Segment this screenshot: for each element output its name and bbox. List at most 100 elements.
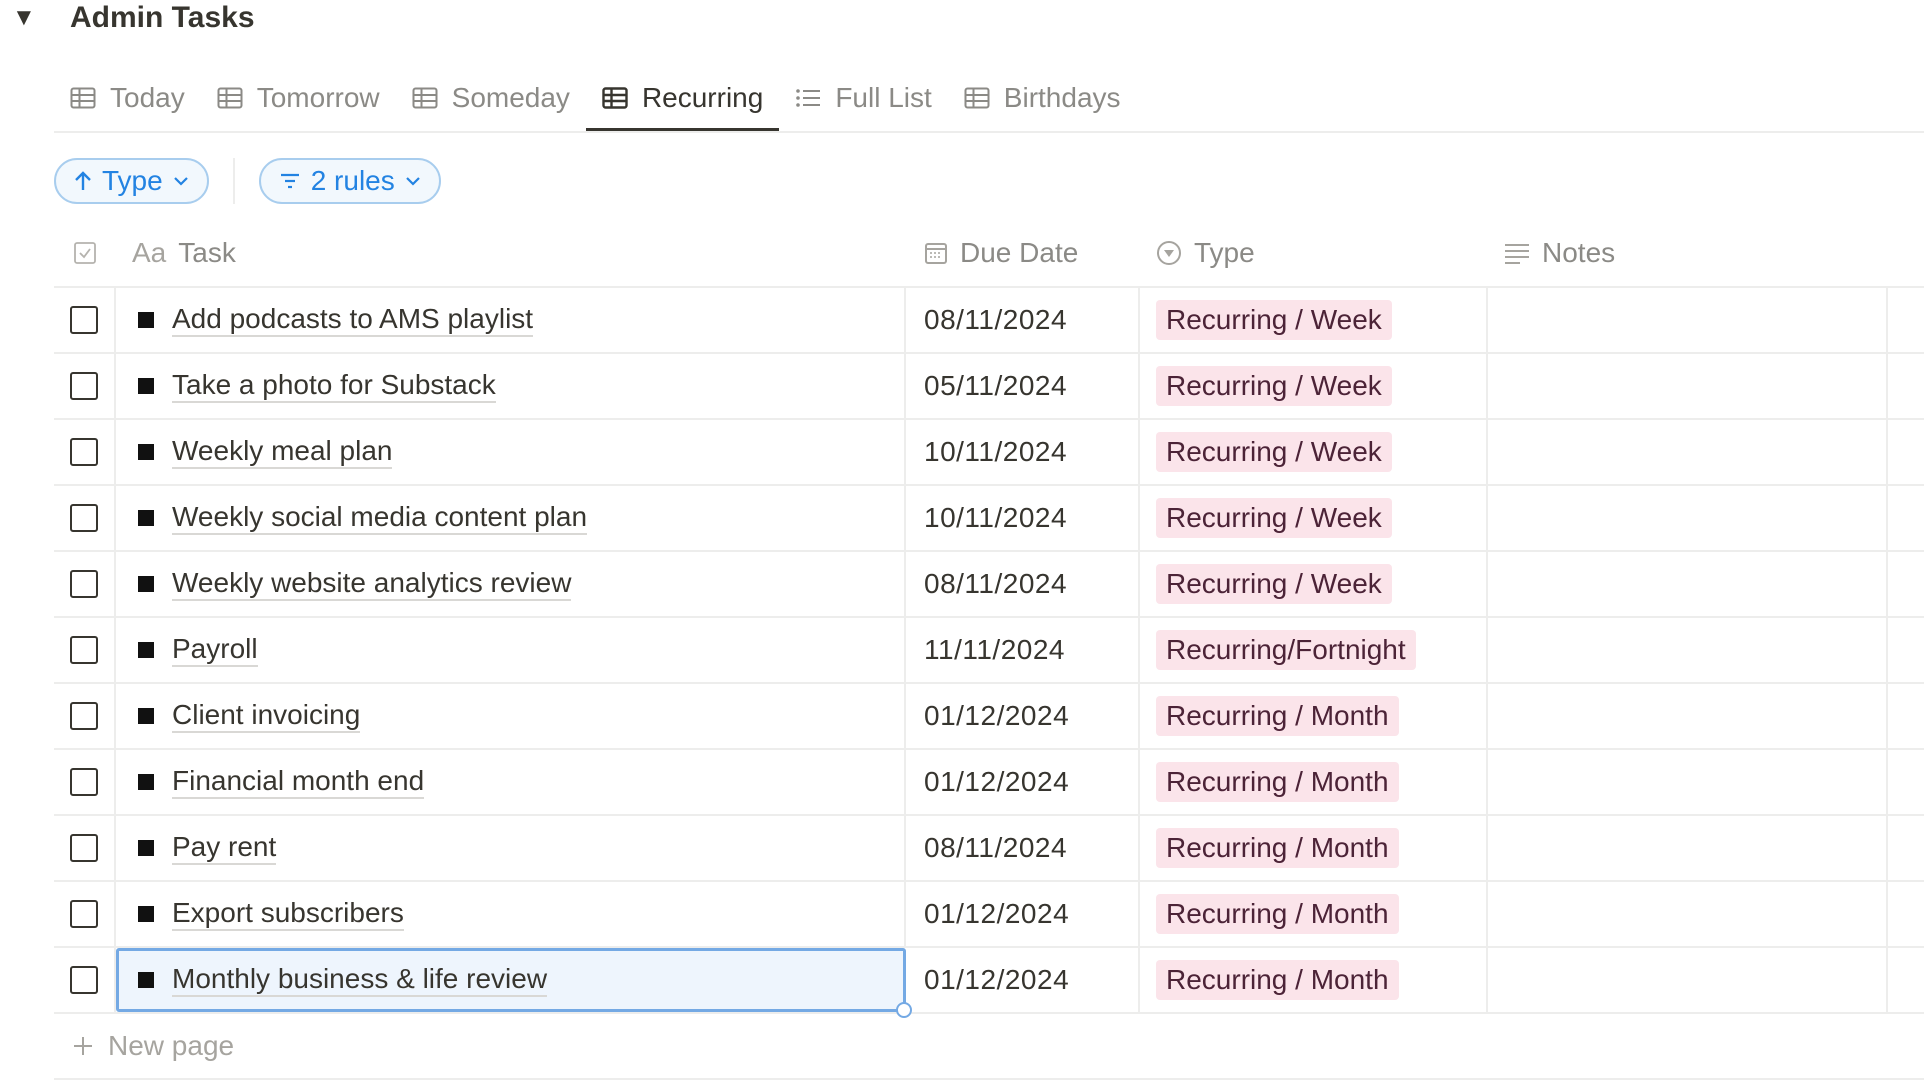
type-cell[interactable]: Recurring/Fortnight (1140, 618, 1488, 682)
type-cell[interactable]: Recurring / Week (1140, 420, 1488, 484)
task-cell[interactable]: Pay rent (116, 816, 906, 880)
due-date-value: 01/12/2024 (924, 898, 1070, 929)
task-cell[interactable]: Add podcasts to AMS playlist (116, 288, 906, 352)
notes-cell[interactable] (1488, 486, 1888, 550)
task-cell[interactable]: Payroll (116, 618, 906, 682)
task-title[interactable]: Export subscribers (172, 897, 404, 932)
database-title[interactable]: Admin Tasks (70, 1, 255, 35)
type-cell[interactable]: Recurring / Week (1140, 486, 1488, 550)
task-cell[interactable]: Export subscribers (116, 882, 906, 946)
due-date-cell[interactable]: 01/12/2024 (906, 684, 1140, 748)
notes-cell[interactable] (1488, 684, 1888, 748)
row-checkbox[interactable] (70, 636, 98, 664)
row-checkbox[interactable] (70, 438, 98, 466)
type-cell[interactable]: Recurring / Month (1140, 684, 1488, 748)
due-date-cell[interactable]: 08/11/2024 (906, 816, 1140, 880)
due-date-cell[interactable]: 10/11/2024 (906, 486, 1140, 550)
tab-someday[interactable]: Someday (396, 66, 586, 130)
column-header-type[interactable]: Type (1140, 220, 1488, 286)
tab-label: Birthdays (1003, 82, 1121, 113)
row-checkbox[interactable] (70, 306, 98, 334)
task-title[interactable]: Pay rent (172, 831, 277, 866)
column-header-task[interactable]: Aa Task (116, 220, 906, 286)
type-cell[interactable]: Recurring / Week (1140, 552, 1488, 616)
notes-cell[interactable] (1488, 618, 1888, 682)
task-title[interactable]: Add podcasts to AMS playlist (172, 303, 534, 338)
tab-today[interactable]: Today (54, 66, 201, 130)
column-header-notes[interactable]: Notes (1488, 220, 1888, 286)
row-checkbox[interactable] (70, 372, 98, 400)
task-title[interactable]: Take a photo for Substack (172, 369, 496, 404)
notes-cell[interactable] (1488, 552, 1888, 616)
due-date-cell[interactable]: 10/11/2024 (906, 420, 1140, 484)
task-cell[interactable]: Client invoicing (116, 684, 906, 748)
new-page-button[interactable]: New page (54, 1014, 1924, 1080)
tab-label: Recurring (641, 82, 764, 113)
due-date-cell[interactable]: 01/12/2024 (906, 882, 1140, 946)
triangle-down-icon[interactable]: ▼ (12, 1, 46, 35)
row-checkbox[interactable] (70, 834, 98, 862)
type-cell[interactable]: Recurring / Week (1140, 354, 1488, 418)
select-all-cell[interactable] (54, 220, 116, 286)
task-cell[interactable]: Weekly social media content plan (116, 486, 906, 550)
task-cell[interactable]: Monthly business & life review (116, 948, 912, 1018)
filter-rules-chip[interactable]: 2 rules (258, 158, 441, 204)
due-date-cell[interactable]: 05/11/2024 (906, 354, 1140, 418)
page-icon (138, 510, 154, 526)
due-date-value: 08/11/2024 (924, 304, 1068, 335)
type-cell[interactable]: Recurring / Month (1140, 948, 1488, 1012)
header-filler (1888, 220, 1924, 286)
sort-chip[interactable]: Type (54, 158, 209, 204)
due-date-value: 01/12/2024 (924, 700, 1070, 731)
row-checkbox[interactable] (70, 768, 98, 796)
task-cell[interactable]: Weekly website analytics review (116, 552, 906, 616)
due-date-cell[interactable]: 01/12/2024 (906, 948, 1140, 1012)
task-cell[interactable]: Weekly meal plan (116, 420, 906, 484)
row-checkbox[interactable] (70, 702, 98, 730)
row-checkbox[interactable] (70, 504, 98, 532)
type-tag: Recurring/Fortnight (1156, 629, 1416, 671)
due-date-value: 08/11/2024 (924, 832, 1068, 863)
row-checkbox[interactable] (70, 900, 98, 928)
table-row: Take a photo for Substack 05/11/2024 Recur… (54, 354, 1924, 420)
table-icon (602, 87, 628, 109)
notes-cell[interactable] (1488, 948, 1888, 1012)
due-date-cell[interactable]: 08/11/2024 (906, 552, 1140, 616)
due-date-cell[interactable]: 11/11/2024 (906, 618, 1140, 682)
task-title[interactable]: Client invoicing (172, 699, 361, 734)
notes-cell[interactable] (1488, 882, 1888, 946)
task-title[interactable]: Payroll (172, 633, 258, 668)
row-checkbox[interactable] (70, 570, 98, 598)
task-title[interactable]: Financial month end (172, 765, 425, 800)
type-cell[interactable]: Recurring / Month (1140, 750, 1488, 814)
task-title[interactable]: Weekly website analytics review (172, 567, 572, 602)
tab-full-list[interactable]: Full List (779, 66, 947, 130)
notes-cell[interactable] (1488, 420, 1888, 484)
notes-cell[interactable] (1488, 816, 1888, 880)
table-body: Add podcasts to AMS playlist 08/11/2024 Re… (54, 288, 1924, 1018)
type-cell[interactable]: Recurring / Week (1140, 288, 1488, 352)
row-checkbox-cell (54, 618, 116, 682)
column-header-label: Type (1194, 237, 1255, 268)
tab-recurring[interactable]: Recurring (585, 66, 780, 132)
type-cell[interactable]: Recurring / Month (1140, 882, 1488, 946)
notes-cell[interactable] (1488, 354, 1888, 418)
task-cell[interactable]: Take a photo for Substack (116, 354, 906, 418)
task-cell[interactable]: Financial month end (116, 750, 906, 814)
due-date-cell[interactable]: 01/12/2024 (906, 750, 1140, 814)
row-checkbox[interactable] (70, 966, 98, 994)
text-property-icon: Aa (132, 237, 167, 268)
task-title[interactable]: Weekly social media content plan (172, 501, 588, 536)
tabs-divider (54, 131, 1924, 133)
notes-cell[interactable] (1488, 288, 1888, 352)
due-date-cell[interactable]: 08/11/2024 (906, 288, 1140, 352)
task-title[interactable]: Weekly meal plan (172, 435, 393, 470)
tab-birthdays[interactable]: Birthdays (948, 66, 1137, 130)
column-header-due-date[interactable]: Due Date (906, 220, 1140, 286)
task-title[interactable]: Monthly business & life review (172, 963, 548, 998)
row-filler (1888, 684, 1924, 748)
type-cell[interactable]: Recurring / Month (1140, 816, 1488, 880)
tab-tomorrow[interactable]: Tomorrow (201, 66, 396, 130)
table-row: Payroll 11/11/2024 Recurring/Fortnight (54, 618, 1924, 684)
notes-cell[interactable] (1488, 750, 1888, 814)
